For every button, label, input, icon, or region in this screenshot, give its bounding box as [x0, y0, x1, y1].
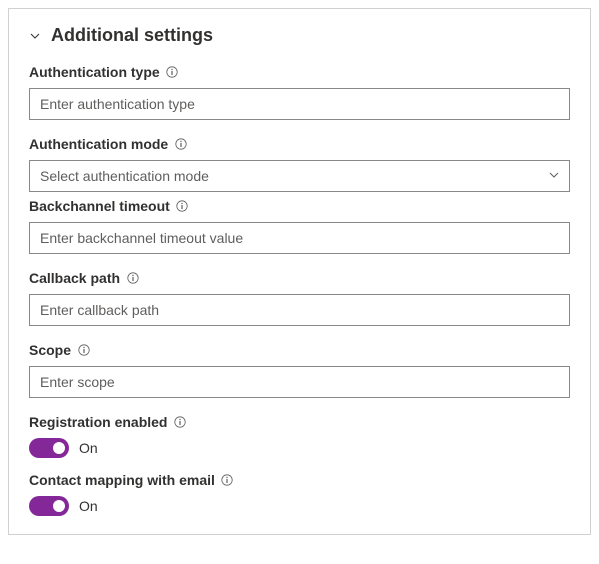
field-registration-enabled: Registration enabled On [29, 414, 570, 458]
callback-input[interactable] [29, 294, 570, 326]
info-icon[interactable] [221, 474, 234, 487]
auth-mode-select[interactable]: Select authentication mode [29, 160, 570, 192]
info-icon[interactable] [173, 416, 186, 429]
info-icon[interactable] [166, 66, 179, 79]
contact-mapping-state: On [79, 498, 98, 514]
auth-mode-placeholder: Select authentication mode [40, 168, 209, 184]
chevron-down-icon[interactable] [29, 30, 41, 42]
scope-input[interactable] [29, 366, 570, 398]
field-contact-mapping: Contact mapping with email On [29, 472, 570, 516]
registration-state: On [79, 440, 98, 456]
info-icon[interactable] [174, 138, 187, 151]
toggle-knob [53, 500, 65, 512]
field-backchannel-timeout: Backchannel timeout [29, 198, 570, 254]
auth-type-label: Authentication type [29, 64, 160, 80]
backchannel-label: Backchannel timeout [29, 198, 170, 214]
field-callback-path: Callback path [29, 270, 570, 326]
registration-toggle[interactable] [29, 438, 69, 458]
contact-mapping-toggle[interactable] [29, 496, 69, 516]
registration-label: Registration enabled [29, 414, 167, 430]
additional-settings-panel: Additional settings Authentication type … [8, 8, 591, 535]
auth-type-input[interactable] [29, 88, 570, 120]
toggle-knob [53, 442, 65, 454]
auth-mode-label: Authentication mode [29, 136, 168, 152]
backchannel-input[interactable] [29, 222, 570, 254]
section-header[interactable]: Additional settings [29, 25, 570, 46]
callback-label: Callback path [29, 270, 120, 286]
info-icon[interactable] [77, 344, 90, 357]
field-scope: Scope [29, 342, 570, 398]
field-authentication-type: Authentication type [29, 64, 570, 120]
field-authentication-mode: Authentication mode Select authenticatio… [29, 136, 570, 192]
info-icon[interactable] [126, 272, 139, 285]
contact-mapping-label: Contact mapping with email [29, 472, 215, 488]
scope-label: Scope [29, 342, 71, 358]
info-icon[interactable] [176, 200, 189, 213]
section-title: Additional settings [51, 25, 213, 46]
